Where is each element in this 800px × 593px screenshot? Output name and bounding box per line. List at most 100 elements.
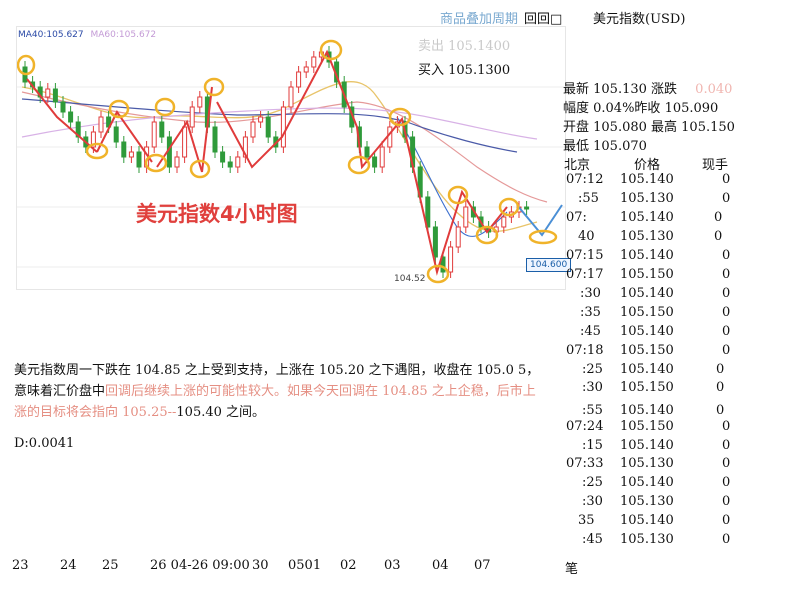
trade-time: 07:24: [566, 419, 604, 434]
low-price-label: 104.52: [394, 274, 426, 284]
quote-latest: 最新 105.130 涨跌 0.040: [563, 78, 732, 97]
trade-volume: 0: [722, 324, 731, 339]
trades-header-price: 价格: [634, 158, 661, 173]
ma-line-short: [396, 116, 508, 237]
candle-body: [113, 126, 119, 143]
trade-price: 105.140: [620, 438, 674, 453]
candle-body: [372, 156, 378, 168]
trade-price: 105.140: [620, 475, 674, 490]
d-value: D:0.0041: [14, 436, 75, 451]
trade-volume: 0: [722, 286, 731, 301]
candle-body: [235, 156, 241, 168]
quote-range: 幅度 0.04%昨收 105.090: [563, 101, 719, 116]
trade-price: 105.150: [620, 343, 674, 358]
symbol-title: 美元指数(USD): [593, 12, 686, 27]
candle-body: [45, 88, 51, 98]
candle-body: [280, 106, 286, 148]
quote-change-value: 0.040: [695, 82, 733, 97]
trade-time: 07:17: [566, 267, 604, 282]
trade-price: 105.140: [620, 324, 674, 339]
candle-body: [212, 126, 218, 153]
date-tick: 02: [340, 558, 357, 573]
trade-volume: 0: [722, 191, 731, 206]
trade-time: :25: [582, 475, 603, 490]
trade-time: 07:12: [566, 172, 604, 187]
candle-body: [364, 146, 370, 158]
trade-volume: 0: [722, 419, 731, 434]
candle-body: [159, 121, 165, 138]
trade-volume: 0: [716, 362, 725, 377]
trade-volume: 0: [714, 229, 723, 244]
candle-body: [227, 161, 233, 168]
candle-body: [303, 66, 309, 73]
candle-body: [60, 101, 66, 113]
candle-body: [182, 126, 188, 158]
candle-body: [128, 151, 134, 158]
candle-body: [501, 216, 507, 228]
candle-body: [432, 226, 438, 258]
candle-body: [121, 141, 127, 158]
trade-price: 105.130: [620, 532, 674, 547]
candle-body: [463, 206, 469, 228]
trade-volume: 0: [722, 494, 731, 509]
trade-price: 105.130: [620, 191, 674, 206]
trade-time: :55: [582, 403, 603, 418]
trade-price: 105.150: [620, 305, 674, 320]
trade-price: 105.140: [620, 362, 674, 377]
trade-time: 40: [578, 229, 595, 244]
sell-price[interactable]: 卖出 105.1400: [418, 35, 510, 54]
candle-body: [258, 116, 264, 123]
trade-volume: 0: [722, 456, 731, 471]
trade-volume: 0: [714, 210, 723, 225]
quote-latest-text: 最新 105.130 涨跌: [563, 82, 678, 97]
trade-time: 35: [578, 513, 595, 528]
trade-time: 07:15: [566, 248, 604, 263]
candle-body: [250, 121, 256, 138]
trade-volume: 0: [722, 513, 731, 528]
buy-price[interactable]: 买入 105.1300: [418, 59, 510, 78]
trade-time: :55: [578, 191, 599, 206]
trade-volume: 0: [722, 532, 731, 547]
ma40-value: MA40:105.627: [18, 30, 84, 40]
candle-body: [296, 71, 302, 88]
candle-body: [311, 56, 317, 68]
candle-body: [288, 86, 294, 108]
date-tick: 25: [102, 558, 119, 573]
candle-body: [220, 151, 226, 163]
trade-volume: 0: [716, 403, 725, 418]
candle-body: [448, 246, 454, 273]
news-text-end: 105.40 之间。: [176, 405, 266, 420]
date-tick: 0501: [288, 558, 322, 573]
candle-body: [52, 88, 58, 103]
trade-price: 105.130: [620, 229, 674, 244]
chart-title: 美元指数4小时图: [136, 202, 298, 226]
footer-char: 笔: [565, 562, 579, 577]
current-price-tag: 104.600: [526, 258, 572, 272]
trade-time: :25: [582, 362, 603, 377]
candle-body: [136, 151, 142, 168]
candle-body: [68, 111, 74, 123]
candles: [22, 46, 530, 278]
trade-price: 105.140: [620, 403, 674, 418]
overlay-period-link[interactable]: 商品叠加周期: [440, 8, 518, 27]
trade-time: :45: [582, 532, 603, 547]
candle-body: [387, 126, 393, 148]
candle-body: [98, 116, 104, 133]
trade-price: 105.140: [620, 513, 674, 528]
trade-volume: 0: [722, 305, 731, 320]
trade-time: :30: [582, 494, 603, 509]
trade-volume: 0: [722, 267, 731, 282]
trade-price: 105.150: [620, 419, 674, 434]
window-controls[interactable]: 回回□: [524, 8, 562, 27]
candle-body: [197, 96, 203, 108]
quote-open-high: 开盘 105.080 最高 105.150: [563, 120, 735, 135]
trade-price: 105.140: [620, 172, 674, 187]
date-tick: 07: [474, 558, 491, 573]
trade-price: 105.140: [620, 210, 674, 225]
news-paragraph: 美元指数周一下跌在 104.85 之上受到支持，上涨在 105.20 之下遇阻，…: [14, 360, 544, 423]
trade-price: 105.150: [620, 380, 674, 395]
trade-time: 07:18: [566, 343, 604, 358]
date-tick: 30: [252, 558, 269, 573]
candle-body: [151, 121, 157, 148]
trade-time: :45: [580, 324, 601, 339]
